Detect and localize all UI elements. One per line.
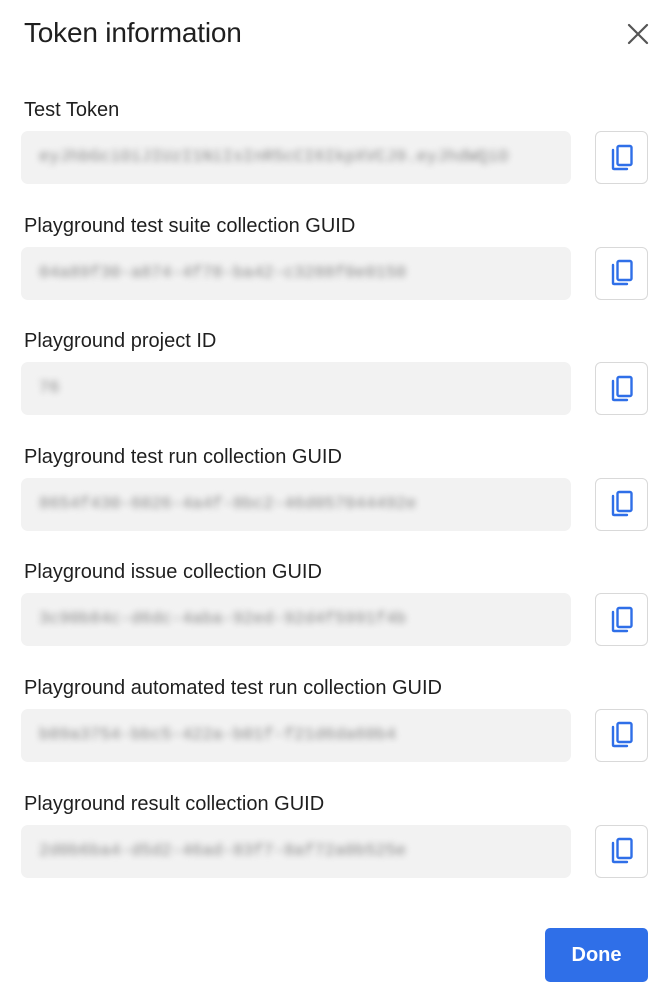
field-value-text: 3c90b84c-d6dc-4aba-92ed-92d4f5991f4b (39, 610, 407, 630)
field-value[interactable]: 04a89f30-a874-4f78-ba42-c3288f0e0150 (21, 246, 571, 300)
field-value[interactable]: eyJhbGciOiJIUzI1NiIsInR5cCI6IkpXVCJ9.eyJ… (21, 131, 571, 184)
done-button[interactable]: Done (545, 928, 648, 982)
field-label: Playground test suite collection GUID (24, 214, 356, 237)
copy-button[interactable] (595, 824, 648, 878)
field-value-text: eyJhbGciOiJIUzI1NiIsInR5cCI6IkpXVCJ9.eyJ… (39, 148, 509, 167)
token-information-dialog: Token information Test Token eyJhbGciOiJ… (0, 0, 664, 995)
copy-button[interactable] (595, 246, 648, 300)
field-value-text: 76 (39, 379, 60, 399)
copy-button[interactable] (595, 131, 648, 184)
copy-button[interactable] (595, 477, 648, 531)
copy-icon (611, 144, 633, 170)
copy-icon (611, 375, 633, 401)
field-value[interactable]: 2d0b6ba4-d5d2-46ad-83f7-8af72a0b525e (21, 824, 571, 878)
dialog-footer: Done (545, 928, 648, 982)
field-test-suite-collection-guid: Playground test suite collection GUID 04… (21, 212, 651, 328)
field-value-text: 2d0b6ba4-d5d2-46ad-83f7-8af72a0b525e (39, 841, 407, 861)
field-value-text: 8654f430-6026-4a4f-8bc2-46d057044492e (39, 494, 417, 514)
field-value[interactable]: b09a3754-bbc5-422a-b01f-f21d6da60b4 (21, 708, 571, 762)
copy-icon (611, 606, 633, 633)
field-label: Playground test run collection GUID (24, 445, 342, 468)
field-label: Test Token (24, 99, 120, 121)
field-automated-test-run-collection-guid: Playground automated test run collection… (21, 674, 651, 790)
token-fields: Test Token eyJhbGciOiJIUzI1NiIsInR5cCI6I… (21, 96, 651, 905)
copy-button[interactable] (595, 708, 648, 762)
field-value-text: b09a3754-bbc5-422a-b01f-f21d6da60b4 (39, 725, 397, 745)
field-label: Playground result collection GUID (24, 792, 325, 815)
copy-icon (611, 491, 633, 517)
field-value[interactable]: 76 (21, 362, 571, 416)
field-project-id: Playground project ID 76 (21, 327, 651, 443)
field-test-run-collection-guid: Playground test run collection GUID 8654… (21, 443, 651, 559)
field-issue-collection-guid: Playground issue collection GUID 3c90b84… (21, 558, 651, 674)
field-label: Playground project ID (24, 330, 217, 353)
field-label: Playground automated test run collection… (24, 676, 442, 699)
field-value[interactable]: 3c90b84c-d6dc-4aba-92ed-92d4f5991f4b (21, 593, 571, 647)
dialog-header: Token information (24, 14, 649, 54)
field-label: Playground issue collection GUID (24, 561, 322, 584)
copy-icon (611, 837, 633, 864)
copy-button[interactable] (595, 593, 648, 647)
copy-icon (611, 259, 633, 286)
copy-button[interactable] (595, 362, 648, 416)
field-result-collection-guid: Playground result collection GUID 2d0b6b… (21, 790, 651, 906)
field-test-token: Test Token eyJhbGciOiJIUzI1NiIsInR5cCI6I… (21, 96, 651, 212)
dialog-title: Token information (24, 17, 242, 48)
close-button[interactable] (622, 18, 654, 50)
copy-icon (611, 722, 633, 748)
field-value-text: 04a89f30-a874-4f78-ba42-c3288f0e0150 (39, 263, 407, 283)
field-value[interactable]: 8654f430-6026-4a4f-8bc2-46d057044492e (21, 477, 571, 531)
close-icon (627, 23, 649, 45)
